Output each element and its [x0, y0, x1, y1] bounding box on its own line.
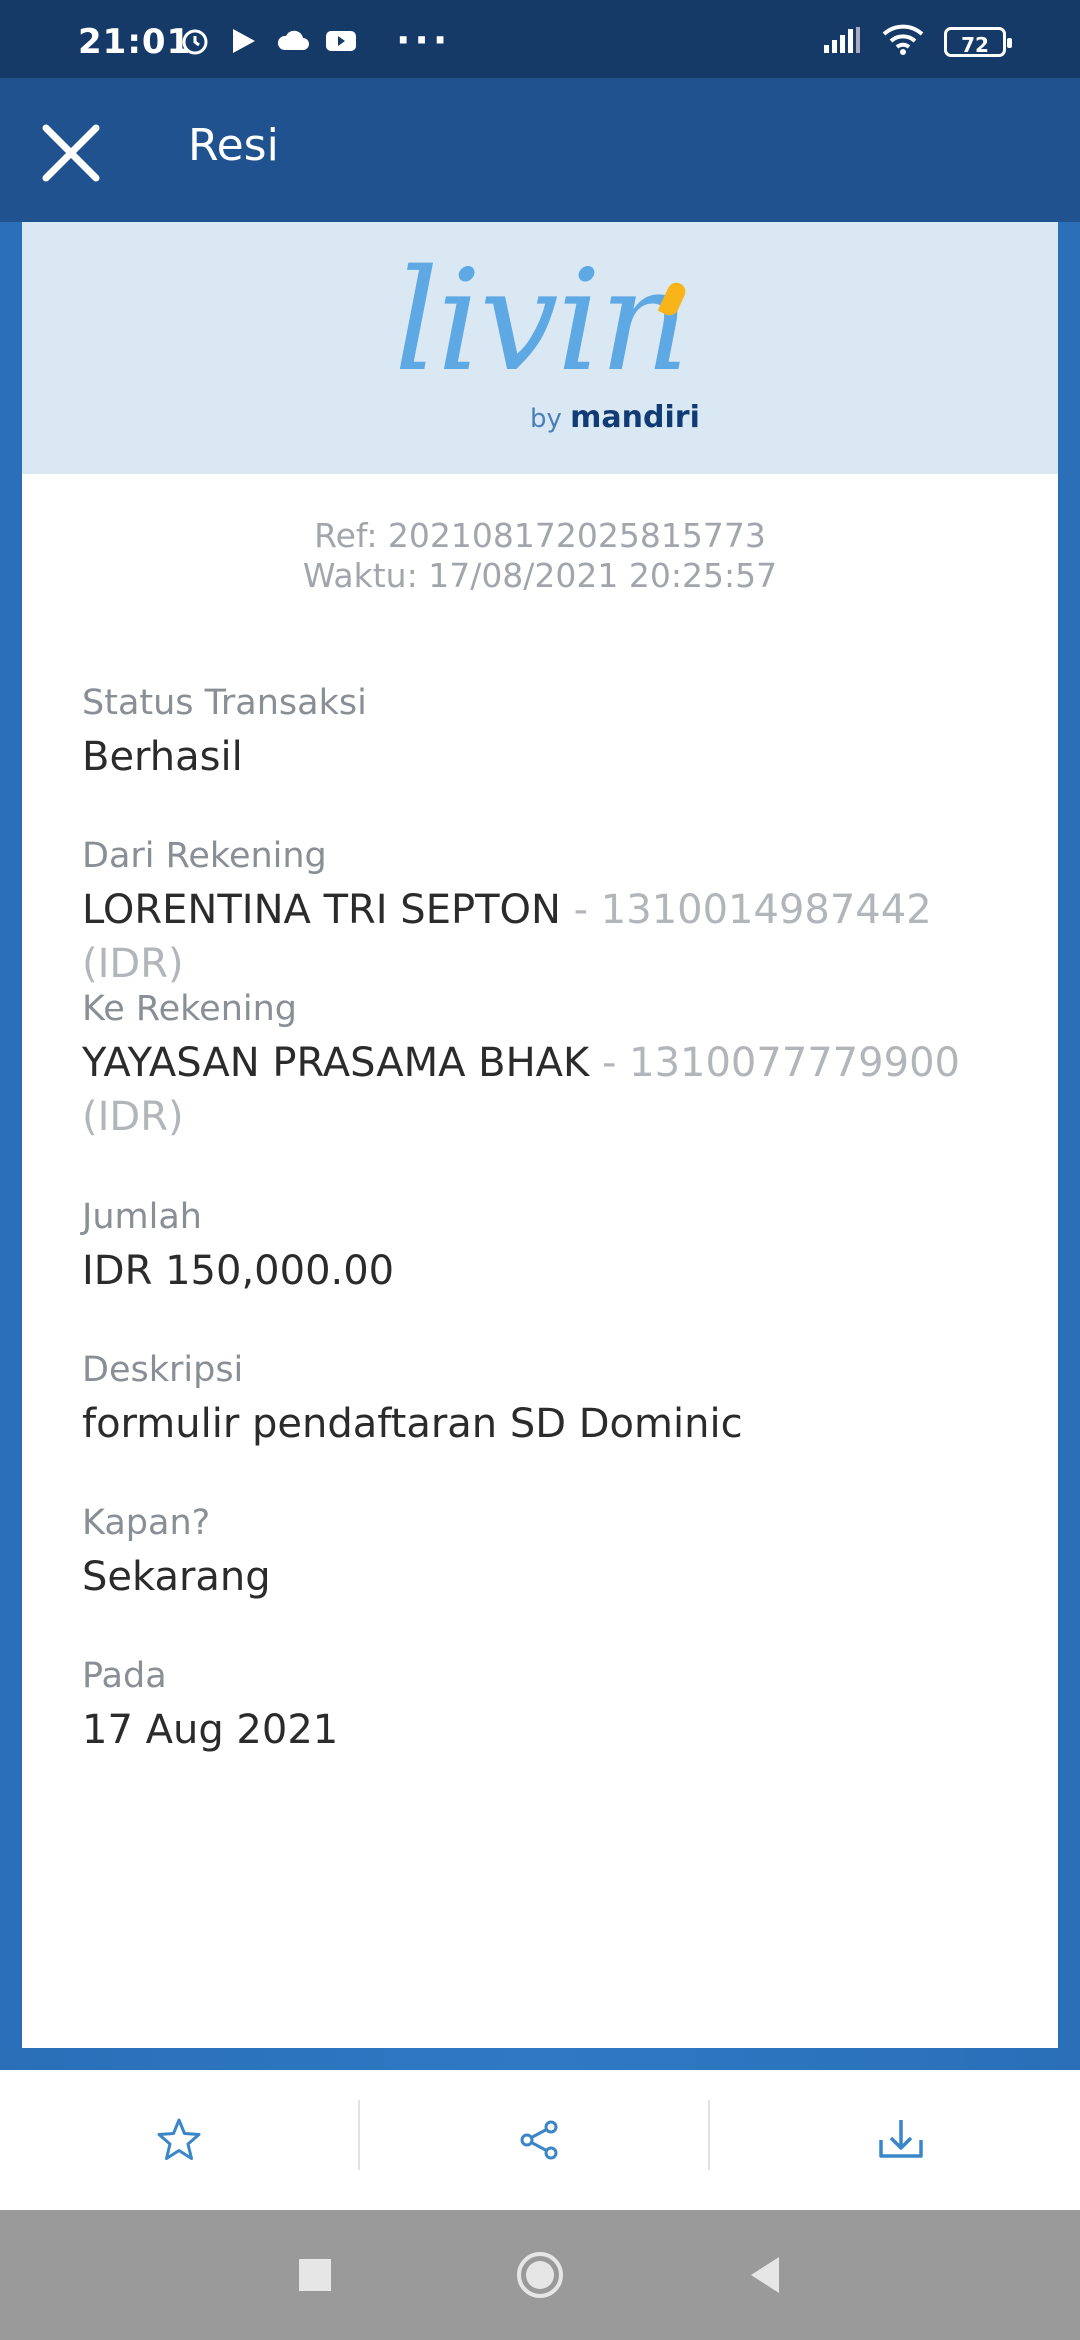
field-label: Jumlah: [82, 1197, 202, 1237]
system-nav-bar: [0, 2210, 1080, 2340]
status-time: 21:01: [78, 22, 192, 62]
transaction-time: Waktu: 17/08/2021 20:25:57: [302, 556, 778, 595]
field-value: Sekarang: [82, 1554, 271, 1600]
receipt-card: livin by mandiri Ref: 202108172025815773…: [22, 222, 1058, 2048]
divider: [708, 2100, 710, 2170]
youtube-icon: [324, 26, 356, 56]
field-status-transaksi: Status Transaksi Berhasil: [82, 682, 1012, 784]
field-value: LORENTINA TRI SEPTON: [82, 887, 561, 933]
field-value: Berhasil: [82, 734, 243, 780]
home-button[interactable]: [510, 2245, 570, 2305]
field-ke-rekening: Ke Rekening YAYASAN PRASAMA BHAK - 13100…: [82, 988, 1012, 1144]
logo-by-text: by: [530, 404, 562, 434]
battery-icon: 72: [944, 27, 1012, 57]
star-icon: [157, 2118, 201, 2160]
field-deskripsi: Deskripsi formulir pendaftaran SD Domini…: [82, 1349, 1012, 1451]
signal-icon: [822, 25, 862, 59]
field-label: Status Transaksi: [82, 683, 367, 723]
field-pada: Pada 17 Aug 2021: [82, 1655, 1012, 1757]
field-value: IDR 150,000.00: [82, 1248, 395, 1294]
back-button[interactable]: [735, 2245, 795, 2305]
home-circle-icon: [517, 2252, 563, 2298]
field-label: Kapan?: [82, 1503, 211, 1543]
download-button[interactable]: [722, 2070, 1080, 2210]
back-triangle-icon: [751, 2257, 779, 2293]
field-value: 17 Aug 2021: [82, 1707, 339, 1753]
favorite-button[interactable]: [0, 2070, 358, 2210]
ref-number: Ref: 202108172025815773: [314, 516, 766, 555]
recents-button[interactable]: [285, 2245, 345, 2305]
livin-logo-text: livin: [394, 240, 690, 403]
close-icon: [42, 124, 100, 182]
status-bar: 21:01 ··· 72: [0, 0, 1080, 78]
field-jumlah: Jumlah IDR 150,000.00: [82, 1196, 1012, 1298]
share-button[interactable]: [360, 2070, 718, 2210]
bottom-action-bar: [0, 2070, 1080, 2210]
cloud-icon: [276, 26, 309, 56]
field-label: Dari Rekening: [82, 836, 327, 876]
field-kapan: Kapan? Sekarang: [82, 1502, 1012, 1604]
field-label: Deskripsi: [82, 1350, 244, 1390]
download-icon: [879, 2120, 923, 2158]
field-value: YAYASAN PRASAMA BHAK: [82, 1040, 590, 1086]
wifi-icon: [882, 24, 924, 60]
field-label: Ke Rekening: [82, 989, 298, 1029]
logo-brand-text: mandiri: [570, 400, 700, 435]
app-bar: Resi: [0, 78, 1080, 222]
close-button[interactable]: [38, 120, 104, 186]
field-value-wrap: YAYASAN PRASAMA BHAK - 1310077779900 (ID…: [82, 1036, 1012, 1144]
field-value-wrap: LORENTINA TRI SEPTON - 1310014987442 (ID…: [82, 883, 1012, 991]
reference-block: Ref: 202108172025815773 Waktu: 17/08/202…: [22, 516, 1058, 596]
field-label: Pada: [82, 1656, 167, 1696]
alarm-icon: [180, 26, 210, 56]
field-value: formulir pendaftaran SD Dominic: [82, 1401, 743, 1447]
more-icon: ···: [396, 18, 452, 62]
status-system-icons: 72: [822, 24, 1012, 60]
recents-square-icon: [299, 2259, 331, 2291]
logo-byline: by mandiri: [530, 400, 700, 435]
page-title: Resi: [188, 120, 279, 171]
logo-band: livin by mandiri: [22, 222, 1058, 474]
status-notification-icons: [180, 26, 356, 56]
share-icon: [520, 2120, 558, 2160]
play-store-icon: [228, 26, 258, 56]
field-dari-rekening: Dari Rekening LORENTINA TRI SEPTON - 131…: [82, 835, 1012, 991]
